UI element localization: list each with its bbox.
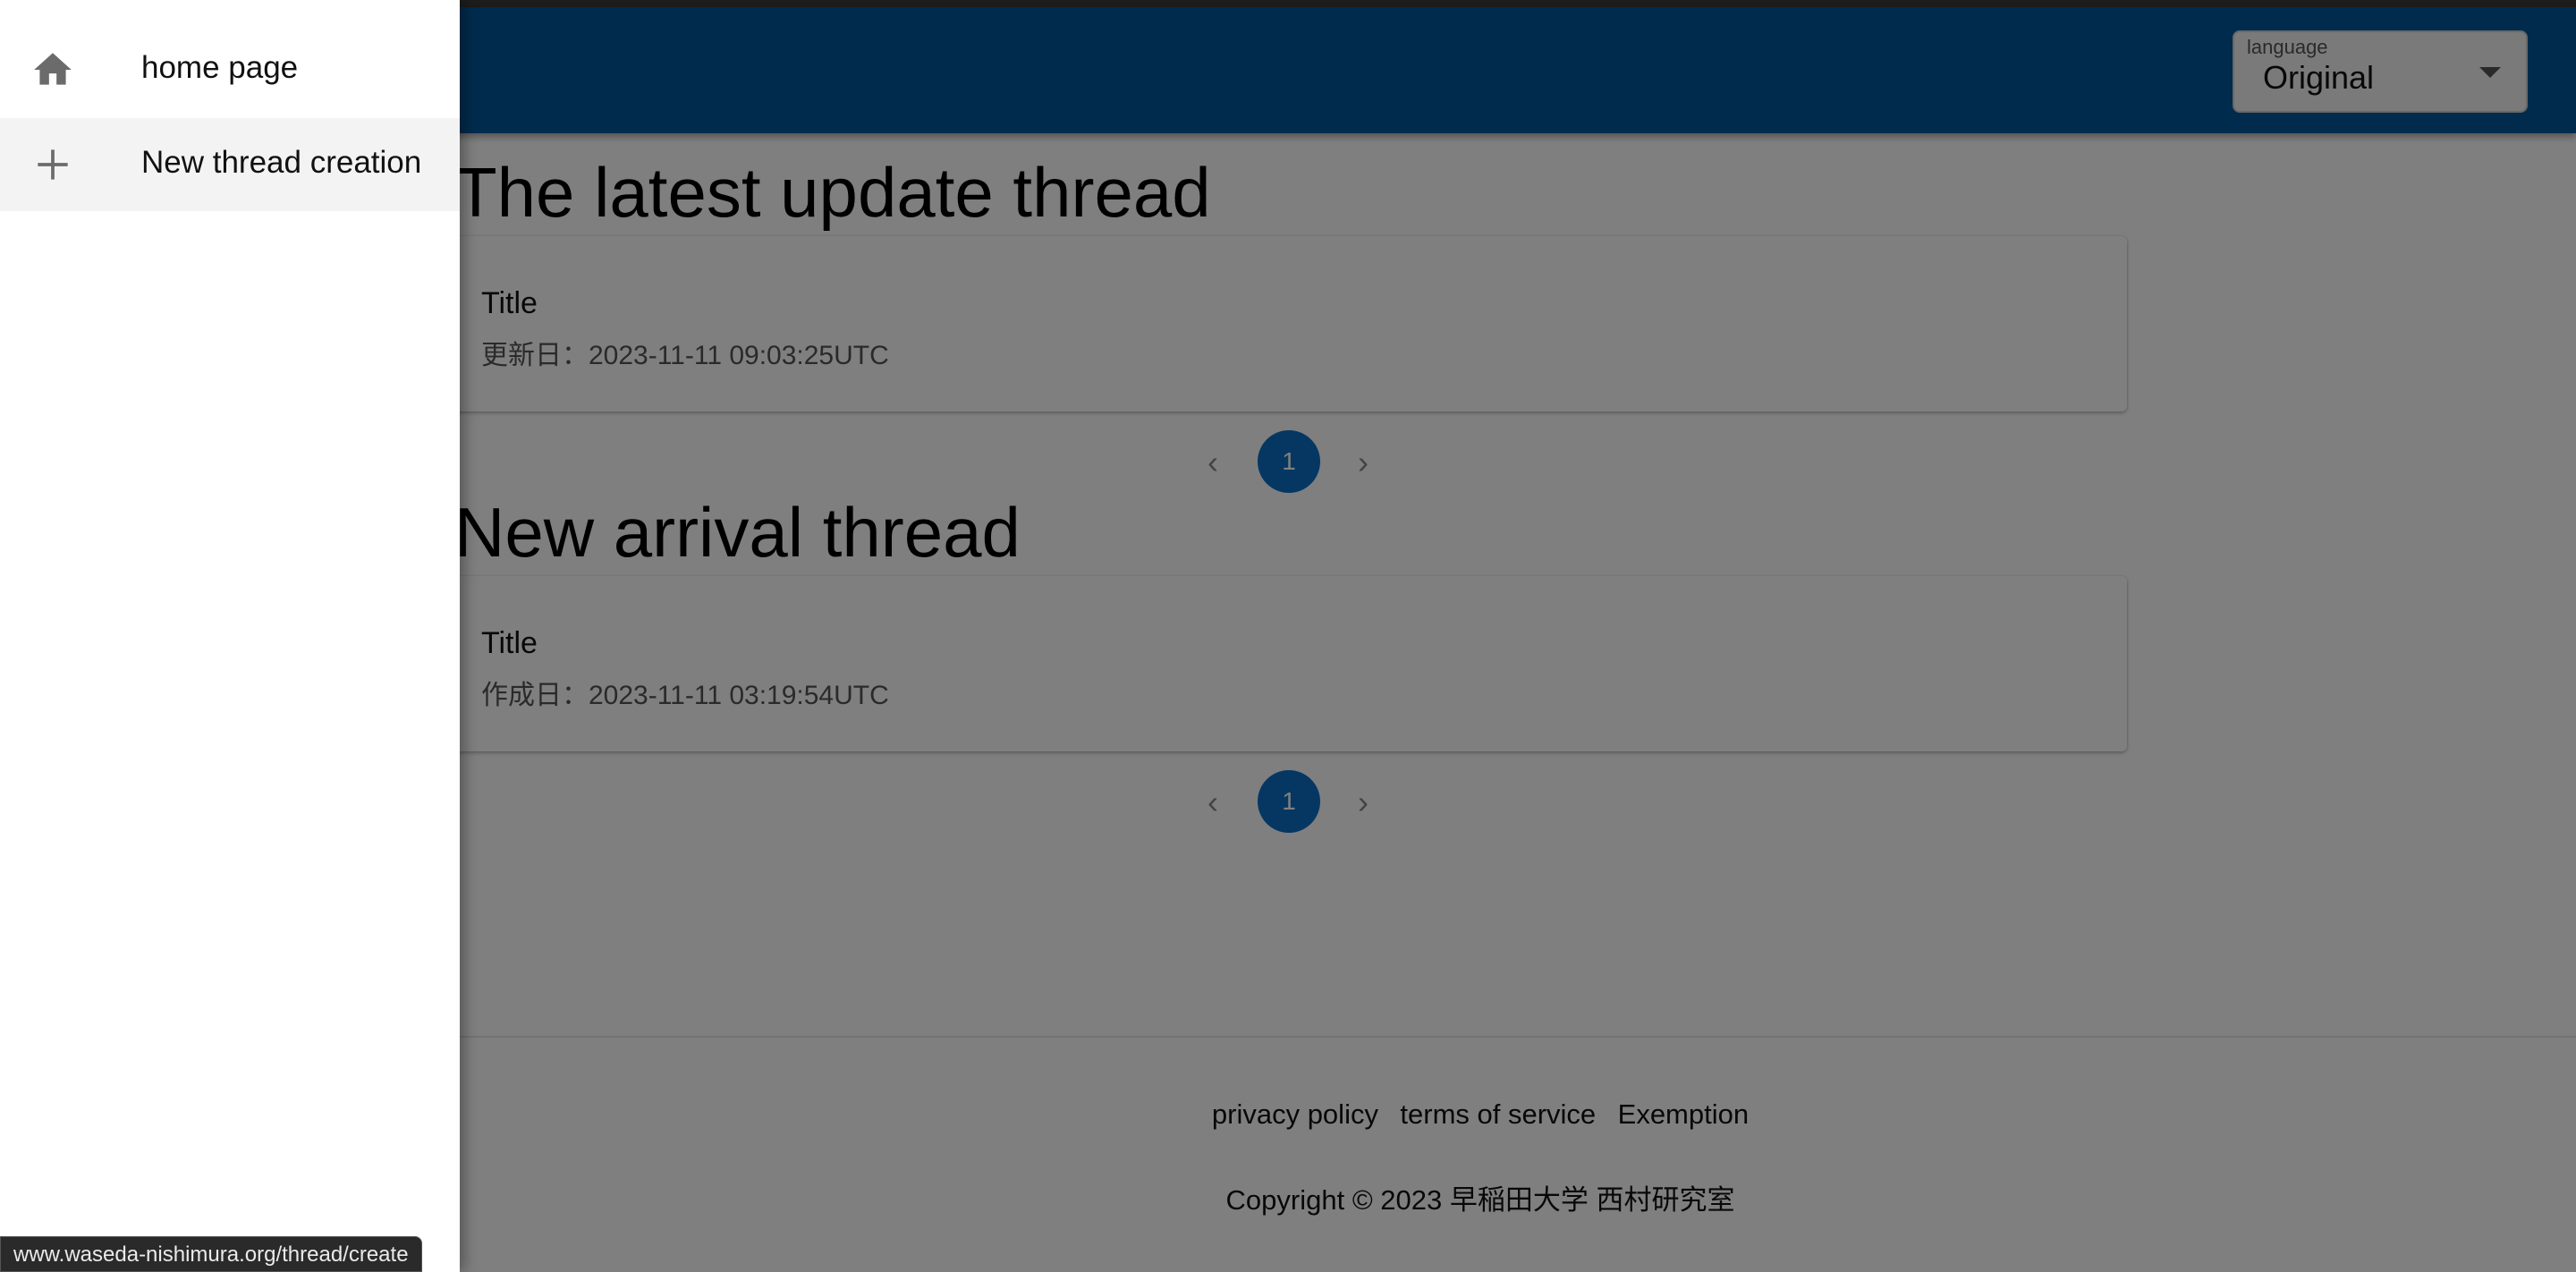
drawer-item-label: New thread creation — [141, 145, 422, 180]
plus-icon — [38, 149, 68, 180]
drawer-item-label: home page — [141, 50, 299, 85]
home-icon — [34, 53, 72, 85]
navigation-drawer: home page New thread creation — [0, 0, 460, 1272]
page: language Original The latest update thre… — [0, 0, 2576, 1272]
drawer-item-new-thread[interactable]: New thread creation — [0, 118, 460, 211]
status-bar-url: www.waseda-nishimura.org/thread/create — [0, 1236, 422, 1272]
drawer-item-home[interactable]: home page — [0, 23, 460, 116]
